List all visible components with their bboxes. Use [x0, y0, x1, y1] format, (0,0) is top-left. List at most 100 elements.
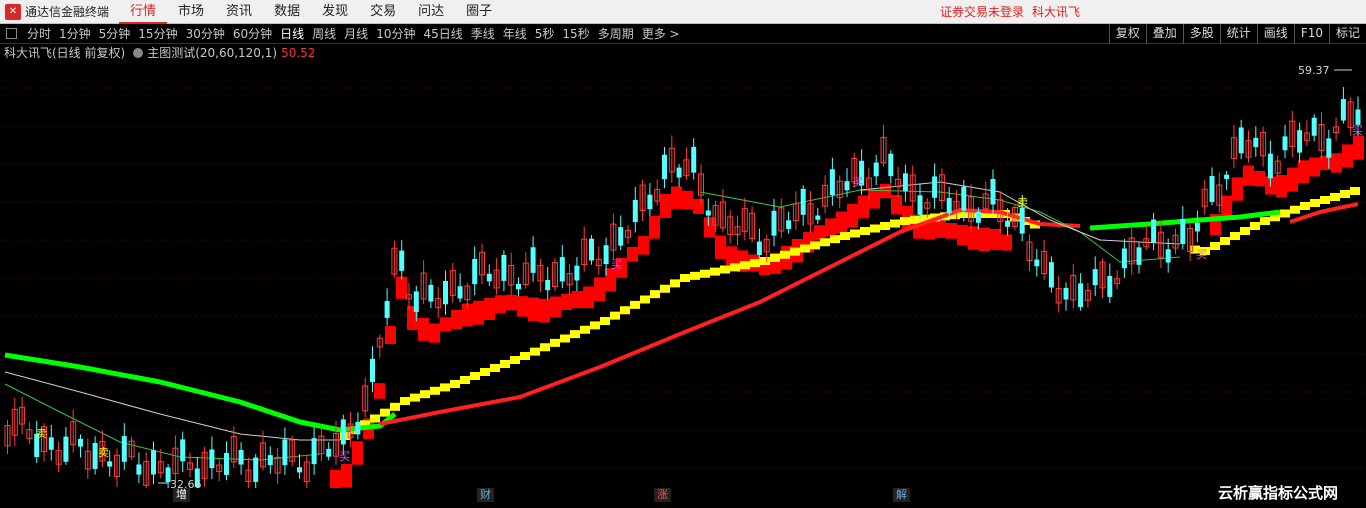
period-5sec[interactable]: 5秒	[531, 25, 559, 42]
period-10min[interactable]: 10分钟	[372, 25, 419, 42]
f10-button[interactable]: F10	[1293, 24, 1329, 44]
step-block-red	[1243, 165, 1254, 186]
candle-down	[946, 197, 952, 214]
step-block-red	[1232, 177, 1243, 201]
candle-down	[691, 146, 697, 173]
step-block-yellow	[410, 393, 420, 402]
candle-down	[253, 457, 259, 482]
menu-item-shichang[interactable]: 市场	[167, 0, 215, 24]
period-daily[interactable]: 日线	[276, 25, 308, 42]
step-block-yellow	[560, 334, 570, 343]
kline-chart[interactable]: 59.3732.66卖卖 买买买卖买买	[0, 62, 1366, 488]
user-stock-link[interactable]: 科大讯飞	[1032, 0, 1080, 24]
candle-down	[326, 448, 332, 457]
period-quarterly[interactable]: 季线	[467, 25, 499, 42]
step-block-red	[869, 189, 880, 209]
candle-down	[472, 258, 478, 285]
candle-down	[1297, 130, 1303, 153]
step-block-red	[957, 224, 968, 246]
period-15min[interactable]: 15分钟	[134, 25, 181, 42]
login-status-link[interactable]: 证券交易未登录	[940, 0, 1024, 24]
menu-item-zixun[interactable]: 资讯	[215, 0, 263, 24]
candle-down	[756, 241, 762, 255]
statistics-button[interactable]: 统计	[1219, 24, 1257, 44]
period-more[interactable]: 更多 >	[638, 25, 684, 42]
step-block-yellow	[1330, 193, 1340, 201]
step-block-red	[429, 323, 440, 343]
period-30min[interactable]: 30分钟	[182, 25, 229, 42]
candle-down	[1121, 248, 1127, 269]
candle-down	[676, 167, 682, 178]
candle-down	[1238, 127, 1244, 154]
candle-down	[311, 438, 317, 465]
step-block-yellow	[1250, 222, 1260, 230]
step-block-red	[517, 296, 528, 317]
candle-down	[1151, 219, 1157, 243]
step-block-red	[715, 235, 726, 259]
period-60min[interactable]: 60分钟	[229, 25, 276, 42]
candle-down	[1340, 99, 1346, 121]
step-block-red	[1342, 144, 1353, 168]
menu-item-faxian[interactable]: 发现	[311, 0, 359, 24]
period-multi[interactable]: 多周期	[594, 25, 638, 42]
step-block-red	[528, 297, 539, 322]
step-block-yellow	[420, 390, 430, 399]
fuquan-button[interactable]: 复权	[1108, 24, 1146, 44]
candle-down	[1078, 283, 1084, 308]
candle-down	[1267, 153, 1273, 179]
period-5min[interactable]: 5分钟	[95, 25, 135, 42]
draw-line-button[interactable]: 画线	[1256, 24, 1294, 44]
candle-down	[647, 194, 653, 210]
step-block-red	[1254, 171, 1265, 187]
candle-down	[224, 452, 229, 475]
candle-down	[180, 439, 186, 462]
candle-down	[370, 358, 375, 383]
period-yearly[interactable]: 年线	[499, 25, 531, 42]
step-block-red	[605, 268, 616, 292]
step-block-red	[495, 295, 506, 313]
step-block-yellow	[900, 217, 910, 225]
period-weekly[interactable]: 周线	[308, 25, 340, 42]
step-block-red	[968, 226, 979, 250]
watermark: 云析赢指标公式网	[1218, 484, 1339, 502]
candle-down	[1048, 262, 1054, 288]
candle-down	[800, 188, 806, 215]
overlay-button[interactable]: 叠加	[1145, 24, 1183, 44]
candle-down	[1019, 207, 1025, 234]
step-block-red	[385, 326, 396, 344]
candle-down	[1326, 138, 1332, 158]
toolbar-checkbox[interactable]	[6, 28, 17, 39]
candle-down	[917, 195, 923, 215]
period-15sec[interactable]: 15秒	[558, 25, 593, 42]
step-block-yellow	[570, 330, 580, 339]
event-tag-zhang[interactable]: 涨	[654, 488, 671, 502]
step-block-yellow	[700, 269, 710, 278]
multi-stock-button[interactable]: 多股	[1182, 24, 1220, 44]
step-block-yellow	[510, 356, 520, 364]
step-block-red	[990, 229, 1001, 250]
event-tag-jie[interactable]: 解	[893, 488, 910, 502]
menu-item-shuju[interactable]: 数据	[263, 0, 311, 24]
candle-down	[932, 176, 938, 198]
event-tag-zeng[interactable]: 增	[173, 488, 190, 502]
step-block-red	[836, 211, 847, 234]
menu-item-quanzi[interactable]: 圈子	[455, 0, 503, 24]
step-block-yellow	[620, 306, 630, 315]
period-45day[interactable]: 45日线	[419, 25, 466, 42]
candle-down	[282, 439, 288, 466]
menu-item-hangqing[interactable]: 行情	[119, 0, 168, 24]
period-1min[interactable]: 1分钟	[55, 25, 95, 42]
period-fenshi[interactable]: 分时	[23, 25, 55, 42]
step-block-red	[660, 194, 671, 218]
candle-down	[1165, 249, 1171, 263]
event-tag-cai[interactable]: 财	[477, 488, 494, 502]
indicator-settings-icon[interactable]	[133, 48, 144, 58]
candle-down	[399, 250, 405, 271]
period-monthly[interactable]: 月线	[340, 25, 372, 42]
menu-item-jiaoyi[interactable]: 交易	[359, 0, 407, 24]
step-block-yellow	[1350, 187, 1360, 195]
signal-marker: 买	[611, 258, 622, 271]
indicator-name[interactable]: 主图测试(20,60,120,1)	[147, 44, 277, 62]
menu-item-wenda[interactable]: 问达	[407, 0, 455, 24]
mark-button[interactable]: 标记	[1328, 24, 1366, 44]
